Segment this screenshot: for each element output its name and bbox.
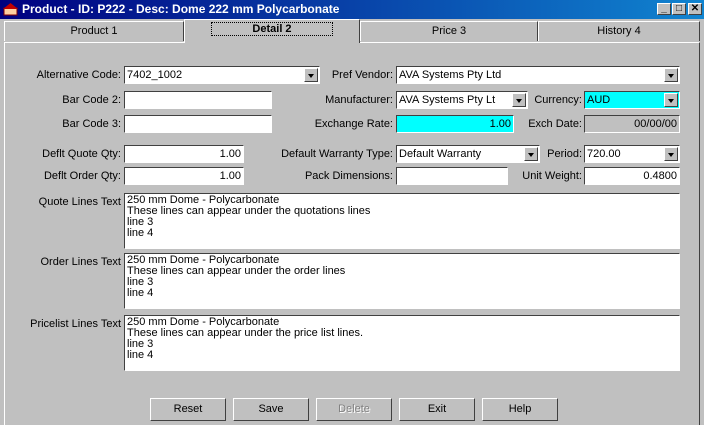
- tab-product-label: Product 1: [70, 25, 118, 37]
- text-line: line 3: [127, 276, 154, 288]
- unit-weight-field[interactable]: 0.4800: [584, 167, 680, 185]
- pref-vendor-select[interactable]: AVA Systems Pty Ltd: [396, 66, 680, 84]
- pricelist-lines-text-label: Pricelist Lines Text: [30, 318, 121, 330]
- currency-value: AUD: [587, 94, 611, 106]
- order-lines-text-label: Order Lines Text: [40, 256, 121, 268]
- period-label: Period:: [547, 148, 582, 160]
- text-line: line 4: [127, 227, 154, 239]
- default-warranty-type-label: Default Warranty Type:: [281, 148, 393, 160]
- period-select[interactable]: 720.00: [584, 145, 680, 163]
- maximize-button[interactable]: □: [672, 3, 686, 15]
- period-value: 720.00: [587, 148, 621, 160]
- chevron-down-icon[interactable]: [512, 93, 526, 107]
- close-button[interactable]: ✕: [688, 3, 702, 15]
- default-warranty-type-select[interactable]: Default Warranty: [396, 145, 540, 163]
- bar-code-3-label: Bar Code 3:: [62, 118, 121, 130]
- reset-button[interactable]: Reset: [150, 398, 226, 421]
- order-lines-textarea[interactable]: 250 mm Dome - Polycarbonate These lines …: [124, 253, 680, 309]
- title-bar[interactable]: Product - ID: P222 - Desc: Dome 222 mm P…: [0, 0, 704, 19]
- pricelist-lines-textarea[interactable]: 250 mm Dome - Polycarbonate These lines …: [124, 315, 680, 371]
- minimize-button[interactable]: _: [657, 3, 671, 15]
- tab-history-label: History 4: [597, 25, 641, 37]
- manufacturer-select[interactable]: AVA Systems Pty Lt: [396, 91, 528, 109]
- text-line: line 4: [127, 287, 154, 299]
- tab-detail-label: Detail 2: [211, 22, 333, 36]
- chevron-down-icon[interactable]: [304, 68, 318, 82]
- manufacturer-label: Manufacturer:: [325, 94, 393, 106]
- pack-dimensions-label: Pack Dimensions:: [304, 170, 393, 182]
- exch-date-label: Exch Date:: [528, 118, 582, 130]
- exchange-rate-field[interactable]: 1.00: [396, 115, 514, 133]
- text-line: line 3: [127, 216, 154, 228]
- text-line: These lines can appear under the quotati…: [127, 205, 371, 217]
- quote-lines-text-label: Quote Lines Text: [38, 196, 121, 208]
- chevron-down-icon[interactable]: [664, 68, 678, 82]
- exit-button[interactable]: Exit: [399, 398, 475, 421]
- save-button[interactable]: Save: [233, 398, 309, 421]
- text-line: line 3: [127, 338, 154, 350]
- text-line: line 4: [127, 349, 154, 361]
- tab-product[interactable]: Product 1: [4, 21, 184, 41]
- tab-price-label: Price 3: [431, 25, 467, 37]
- default-warranty-type-value: Default Warranty: [399, 148, 482, 160]
- chevron-down-icon[interactable]: [524, 147, 538, 161]
- pref-vendor-label: Pref Vendor:: [331, 69, 393, 81]
- app-icon: [3, 3, 18, 16]
- bar-code-2-field[interactable]: [124, 91, 272, 109]
- exch-date-field: 00/00/00: [584, 115, 680, 133]
- tab-price[interactable]: Price 3: [360, 21, 538, 41]
- bar-code-3-field[interactable]: [124, 115, 272, 133]
- chevron-down-icon[interactable]: [664, 93, 678, 107]
- deflt-order-qty-field[interactable]: 1.00: [124, 167, 244, 185]
- text-line: These lines can appear under the order l…: [127, 265, 346, 277]
- alternative-code-label: Alternative Code:: [36, 69, 121, 81]
- pack-dimensions-field[interactable]: [396, 167, 508, 185]
- help-button[interactable]: Help: [482, 398, 558, 421]
- pref-vendor-value: AVA Systems Pty Ltd: [399, 69, 502, 81]
- tab-detail[interactable]: Detail 2: [184, 19, 360, 43]
- delete-button[interactable]: Delete: [316, 398, 392, 421]
- text-line: These lines can appear under the price l…: [127, 327, 364, 339]
- manufacturer-value: AVA Systems Pty Lt: [399, 94, 496, 106]
- deflt-order-qty-label: Deflt Order Qty:: [43, 170, 121, 182]
- window-title: Product - ID: P222 - Desc: Dome 222 mm P…: [22, 2, 340, 16]
- bar-code-2-label: Bar Code 2:: [62, 94, 121, 106]
- currency-select[interactable]: AUD: [584, 91, 680, 109]
- tab-history[interactable]: History 4: [538, 21, 700, 41]
- currency-label: Currency:: [534, 94, 582, 106]
- deflt-quote-qty-label: Deflt Quote Qty:: [42, 148, 121, 160]
- chevron-down-icon[interactable]: [664, 147, 678, 161]
- quote-lines-textarea[interactable]: 250 mm Dome - Polycarbonate These lines …: [124, 193, 680, 249]
- deflt-quote-qty-field[interactable]: 1.00: [124, 145, 244, 163]
- unit-weight-label: Unit Weight:: [522, 170, 582, 182]
- alternative-code-select[interactable]: 7402_1002: [124, 66, 320, 84]
- exchange-rate-label: Exchange Rate:: [314, 118, 393, 130]
- alternative-code-value: 7402_1002: [127, 69, 183, 81]
